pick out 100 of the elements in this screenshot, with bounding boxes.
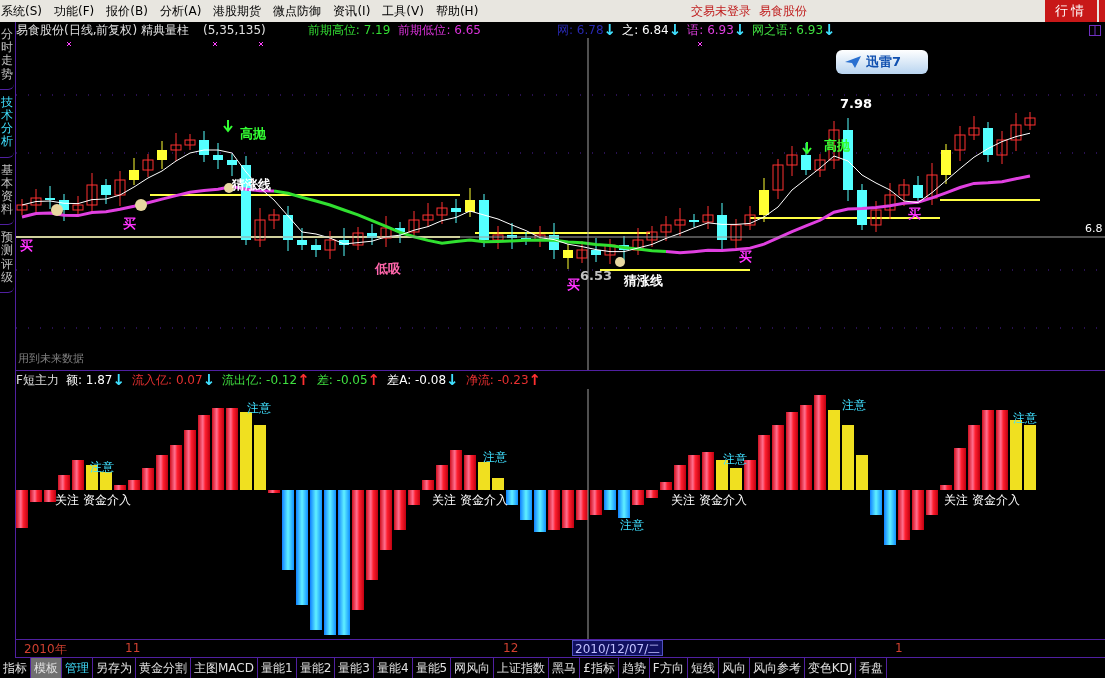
menu-item[interactable]: 报价(B) bbox=[106, 2, 148, 20]
candlestick bbox=[408, 210, 420, 238]
indicator-annotation: 注意 bbox=[483, 450, 507, 464]
quote-button[interactable]: 行情 bbox=[1045, 0, 1097, 22]
indicator-tab[interactable]: 量能1 bbox=[258, 658, 297, 678]
download-badge[interactable]: 迅雷7 bbox=[836, 50, 928, 74]
indicator-reading: 差: -0.05 bbox=[316, 371, 368, 389]
candlestick bbox=[926, 162, 938, 206]
volume-bar bbox=[268, 490, 280, 493]
ma-reading: 之: 6.84 bbox=[622, 21, 669, 39]
volume-bar bbox=[478, 462, 490, 490]
volume-bar bbox=[170, 445, 182, 490]
menu-item[interactable]: 港股期货 bbox=[213, 2, 262, 20]
chart-annotation: 买 bbox=[567, 277, 580, 292]
axis-label: 2010年 bbox=[24, 641, 67, 658]
menu-item[interactable]: 功能(F) bbox=[54, 2, 95, 20]
candlestick bbox=[465, 187, 475, 218]
candlestick bbox=[479, 193, 489, 248]
volume-bar bbox=[758, 435, 770, 490]
candlestick bbox=[954, 125, 966, 162]
candlestick bbox=[913, 175, 923, 204]
volume-bar bbox=[436, 465, 448, 490]
indicator-reading: 流入亿: 0.07 bbox=[132, 371, 203, 389]
indicator-tab[interactable]: 看盘 bbox=[856, 658, 888, 678]
indicator-reading: 净流: -0.23 bbox=[465, 371, 529, 389]
candlestick bbox=[213, 142, 223, 170]
candlestick bbox=[591, 237, 601, 263]
volume-bar bbox=[590, 490, 602, 515]
volume-bar bbox=[940, 485, 952, 490]
indicator-annotation: 注意 bbox=[247, 401, 271, 415]
menu-item[interactable]: 资讯(I) bbox=[333, 2, 371, 20]
indicator-tab[interactable]: 管理 bbox=[62, 658, 93, 678]
candlestick bbox=[170, 132, 182, 162]
candlestick bbox=[604, 238, 616, 265]
candlestick bbox=[674, 207, 686, 237]
indicator-tab[interactable]: 黄金分割 bbox=[136, 658, 191, 678]
trend-arrow: ↑ bbox=[297, 373, 310, 387]
volume-bar bbox=[856, 455, 868, 490]
indicator-tab[interactable]: 指标 bbox=[0, 658, 31, 678]
candlestick bbox=[660, 215, 672, 242]
volume-bar bbox=[912, 490, 924, 530]
trend-arrow: ↓ bbox=[668, 23, 682, 37]
indicator-tab[interactable]: 主图MACD bbox=[191, 658, 258, 678]
sidebar-tab[interactable]: 预测评级 bbox=[0, 225, 14, 293]
volume-bar bbox=[128, 480, 140, 490]
sidebar-tab[interactable]: 基本资料 bbox=[0, 157, 14, 226]
candlestick bbox=[632, 227, 644, 256]
chart-annotation: 买 bbox=[739, 249, 752, 264]
trend-arrow: ↓ bbox=[202, 373, 216, 387]
chart-annotation: 猜涨线 bbox=[624, 273, 663, 288]
candlestick bbox=[436, 201, 448, 225]
ma-reading: 语: 6.93 bbox=[687, 21, 734, 39]
menu-item[interactable]: 帮助(H) bbox=[435, 2, 479, 20]
indicator-tab[interactable]: 黑马 bbox=[549, 658, 581, 678]
volume-bar bbox=[632, 490, 644, 505]
bird-icon bbox=[844, 55, 862, 69]
trend-arrow: ↓ bbox=[733, 23, 747, 37]
volume-bar bbox=[674, 465, 686, 490]
candlestick bbox=[227, 153, 237, 177]
volume-bar bbox=[968, 425, 980, 490]
indicator-tab[interactable]: 模板 bbox=[31, 658, 62, 678]
volume-bar bbox=[604, 490, 616, 510]
indicator-annotation: 关注 资金介入 bbox=[944, 493, 1020, 507]
volume-bar bbox=[884, 490, 896, 545]
chart-annotation: 7.98 bbox=[840, 96, 873, 111]
sidebar-tab[interactable]: 分时走势 bbox=[0, 22, 14, 90]
volume-bar bbox=[464, 455, 476, 490]
volume-bar bbox=[506, 490, 518, 505]
axis-label: 11 bbox=[125, 641, 141, 655]
candlestick bbox=[157, 140, 167, 170]
candlestick bbox=[283, 205, 293, 252]
candlestick bbox=[646, 225, 658, 248]
sidebar-tab[interactable]: 技术分析 bbox=[0, 89, 14, 158]
volume-bar bbox=[254, 425, 266, 490]
candlestick bbox=[451, 198, 461, 224]
chart-title: 易食股份(日线,前复权) 精典量柱 bbox=[16, 21, 189, 39]
cross-marker-icon bbox=[212, 41, 218, 47]
candlestick bbox=[857, 183, 867, 231]
volume-bar bbox=[660, 482, 672, 490]
candlestick bbox=[16, 198, 28, 216]
indicator-annotation: 注意 bbox=[620, 518, 644, 532]
volume-bar bbox=[772, 425, 784, 490]
candlestick bbox=[898, 178, 910, 207]
indicator-tab[interactable]: 上证指数 bbox=[494, 658, 550, 678]
indicator-tab[interactable]: 量能3 bbox=[335, 658, 374, 678]
volume-bar bbox=[114, 485, 126, 490]
volume-bar bbox=[562, 490, 574, 528]
menu-item[interactable]: 微点防御 bbox=[273, 2, 322, 20]
volume-bar bbox=[898, 490, 910, 540]
panel-layout-icon[interactable] bbox=[1089, 25, 1101, 36]
candlestick bbox=[1010, 112, 1022, 152]
menu-item[interactable]: 系统(S) bbox=[1, 2, 42, 20]
volume-bar bbox=[184, 430, 196, 490]
volume-bar bbox=[730, 468, 742, 490]
candlestick bbox=[324, 230, 336, 260]
menu-item[interactable]: 分析(A) bbox=[159, 2, 202, 20]
indicator-name: F短主力 bbox=[16, 371, 59, 389]
menu-item[interactable]: 工具(V) bbox=[382, 2, 424, 20]
volume-bar bbox=[534, 490, 546, 532]
candlestick bbox=[86, 172, 98, 213]
